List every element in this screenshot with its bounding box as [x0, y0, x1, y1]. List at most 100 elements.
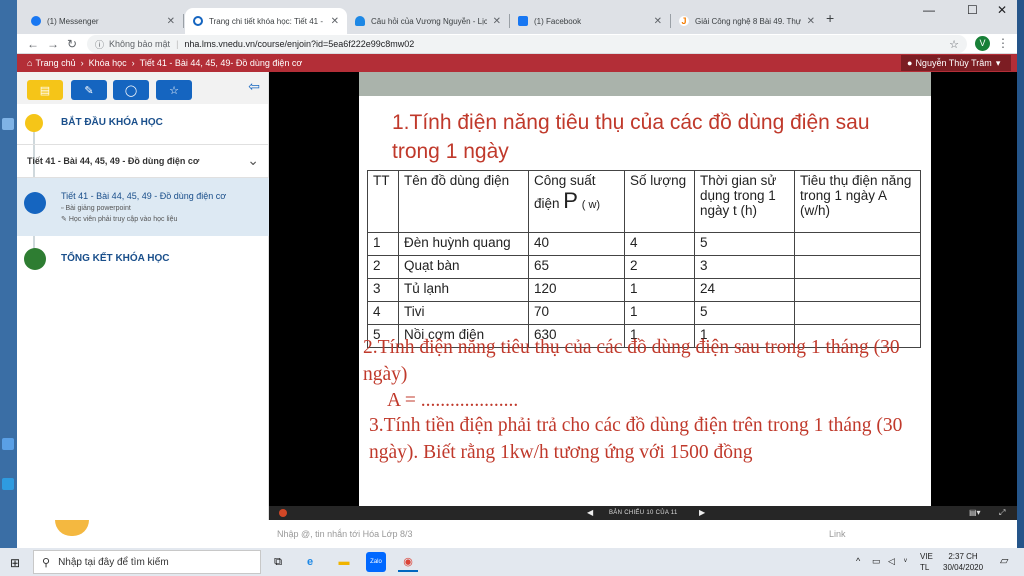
table-row: 3 Tủ lạnh 120 1 24	[367, 278, 921, 302]
question-3: 3.Tính tiền điện phải trả cho các đồ dùn…	[369, 415, 903, 463]
tab-course-detail[interactable]: Trang chi tiết khóa học: Tiết 41 - ✕	[185, 8, 347, 34]
taskbar: ⊞ ⚲ Nhập tại đây để tìm kiếm ⧉ e ▬ Zalo …	[0, 548, 1024, 576]
comment-input[interactable]: Nhập @, tin nhắn tới Hóa Lớp 8/3	[277, 529, 413, 539]
breadcrumb-home[interactable]: Trang chủ	[35, 58, 75, 68]
tab-giai-cong-nghe[interactable]: J Giải Công nghệ 8 Bài 49. Thực hà ✕	[671, 8, 823, 34]
chevron-down-icon[interactable]: ⌄	[247, 152, 259, 169]
start-course-title[interactable]: BẮT ĐẦU KHÓA HỌC	[61, 117, 163, 128]
desktop-icon[interactable]	[2, 478, 14, 490]
col-consumption: Tiêu thụ điện năng trong 1 ngày A (w/h)	[794, 170, 921, 233]
col-name: Tên đồ dùng điện	[398, 170, 529, 233]
close-window-button[interactable]: ✕	[997, 3, 1007, 17]
section-header[interactable]: Tiết 41 - Bài 44, 45, 49 - Đồ dùng điện …	[17, 144, 269, 178]
bookmark-star-icon[interactable]: ☆	[949, 38, 959, 51]
question-2-answer: A = ....................	[387, 390, 519, 411]
lesson-item[interactable]: Tiết 41 - Bài 44, 45, 49 - Đồ dùng điện …	[17, 178, 269, 236]
reload-button[interactable]: ↻	[67, 37, 77, 51]
url-input[interactable]: ⓘ Không bảo mật | nha.lms.vnedu.vn/cours…	[87, 35, 967, 53]
tab-favorites[interactable]: ☆	[156, 80, 192, 100]
close-icon[interactable]: ✕	[807, 16, 815, 27]
desktop-right-strip	[1017, 0, 1024, 548]
cloud-icon	[355, 16, 365, 26]
sidebar-tabs: ▤ ✎ ◯ ☆ ⇦	[17, 72, 268, 104]
tab-label: (1) Facebook	[534, 16, 582, 26]
windows-start-icon[interactable]: ⊞	[10, 556, 20, 570]
maximize-button[interactable]: ☐	[967, 3, 978, 17]
tray-up-icon[interactable]: ^	[856, 556, 860, 566]
tab-facebook[interactable]: (1) Facebook ✕	[510, 8, 670, 34]
ime-icon[interactable]: ᵛ	[904, 556, 907, 566]
course-sidebar: ▤ ✎ ◯ ☆ ⇦ BẮT ĐẦU KHÓA HỌC Tiết 41 - Bài…	[17, 72, 269, 548]
cell-tt: 4	[367, 301, 399, 325]
lesson-title: Tiết 41 - Bài 44, 45, 49 - Đồ dùng điện …	[61, 191, 227, 201]
fullscreen-icon[interactable]: ⤢	[999, 508, 1005, 518]
power-unit: ( w)	[581, 199, 601, 211]
user-name: Nguyễn Thùy Trâm	[915, 58, 992, 68]
zalo-icon[interactable]: Zalo	[366, 552, 386, 572]
close-icon[interactable]: ✕	[331, 16, 339, 27]
desktop-icon[interactable]	[2, 118, 14, 130]
desktop-icon[interactable]	[2, 438, 14, 450]
notification-icon[interactable]: ▱	[1000, 554, 1008, 567]
cell-qty: 1	[624, 301, 695, 325]
tab-attachments[interactable]: ✎	[71, 80, 107, 100]
info-icon[interactable]: ⓘ	[95, 38, 104, 51]
tab-lessons[interactable]: ▤	[27, 80, 63, 100]
site-breadcrumb-bar: ⌂ Trang chủ › Khóa học › Tiết 41 - Bài 4…	[17, 54, 1017, 72]
clock[interactable]: 2:37 CH 30/04/2020	[943, 551, 983, 573]
volume-icon[interactable]: ◁	[888, 556, 895, 567]
cell-consumption	[794, 232, 921, 256]
cell-time: 5	[694, 232, 795, 256]
cell-qty: 2	[624, 255, 695, 279]
cell-qty: 4	[624, 232, 695, 256]
next-slide-button[interactable]: ▶	[699, 508, 705, 517]
cell-tt: 2	[367, 255, 399, 279]
notes-icon[interactable]: ▤▾	[969, 508, 981, 517]
tab-question[interactable]: Câu hỏi của Vương Nguyễn - Lịch ✕	[347, 8, 509, 34]
menu-icon[interactable]: ⋮	[997, 36, 1009, 50]
close-icon[interactable]: ✕	[493, 16, 501, 27]
close-icon[interactable]: ✕	[167, 16, 175, 27]
new-tab-button[interactable]: +	[826, 10, 834, 26]
link-label[interactable]: Link	[829, 529, 846, 539]
back-arrow-icon[interactable]: ⇦	[248, 78, 260, 95]
slide: 1.Tính điện năng tiêu thụ của các đồ dùn…	[359, 72, 931, 506]
clock-date: 30/04/2020	[943, 563, 984, 572]
chrome-icon[interactable]: ◉	[398, 552, 418, 572]
user-menu[interactable]: ● Nguyễn Thùy Trâm ▾	[901, 55, 1011, 71]
avatar	[55, 520, 89, 536]
url-text: nha.lms.vnedu.vn/course/enjoin?id=5ea6f2…	[184, 39, 415, 49]
forward-button[interactable]: →	[47, 37, 59, 51]
home-icon: ⌂	[27, 58, 33, 68]
close-icon[interactable]: ✕	[654, 16, 662, 27]
cell-name: Đèn huỳnh quang	[398, 232, 529, 256]
tab-discussion[interactable]: ◯	[113, 80, 149, 100]
table-row: 4 Tivi 70 1 5	[367, 301, 921, 325]
security-label: Không bảo mật	[109, 39, 171, 49]
cell-name: Tivi	[398, 301, 529, 325]
end-course-title[interactable]: TỔNG KẾT KHÓA HỌC	[61, 253, 170, 264]
search-placeholder: Nhập tại đây để tìm kiếm	[58, 556, 169, 568]
breadcrumb-current[interactable]: Tiết 41 - Bài 44, 45, 49- Đồ dùng điện c…	[140, 58, 303, 68]
chevron-right-icon: ›	[80, 58, 84, 68]
minimize-button[interactable]: —	[923, 3, 935, 17]
tab-messenger[interactable]: (1) Messenger ✕	[23, 8, 183, 34]
file-explorer-icon[interactable]: ▬	[334, 552, 354, 572]
section-title: Tiết 41 - Bài 44, 45, 49 - Đồ dùng điện …	[27, 156, 200, 166]
breadcrumb-courses[interactable]: Khóa học	[89, 58, 127, 68]
profile-avatar[interactable]: V	[975, 36, 990, 51]
back-button[interactable]: ←	[27, 37, 39, 51]
edge-icon[interactable]: e	[300, 552, 320, 572]
caret-down-icon: ▾	[995, 57, 1001, 68]
taskbar-search[interactable]: ⚲ Nhập tại đây để tìm kiếm	[33, 550, 261, 574]
table-row: 2 Quạt bàn 65 2 3	[367, 255, 921, 279]
col-tt: TT	[367, 170, 399, 233]
cell-qty: 1	[624, 278, 695, 302]
cell-name: Tủ lạnh	[398, 278, 529, 302]
tab-label: Giải Công nghệ 8 Bài 49. Thực hà	[695, 16, 801, 26]
task-view-icon[interactable]: ⧉	[268, 552, 288, 572]
prev-slide-button[interactable]: ◀	[587, 508, 593, 517]
tab-label: Trang chi tiết khóa học: Tiết 41 -	[209, 16, 323, 26]
input-language[interactable]: VIE TL	[920, 551, 933, 573]
network-icon[interactable]: ▭	[872, 556, 881, 567]
